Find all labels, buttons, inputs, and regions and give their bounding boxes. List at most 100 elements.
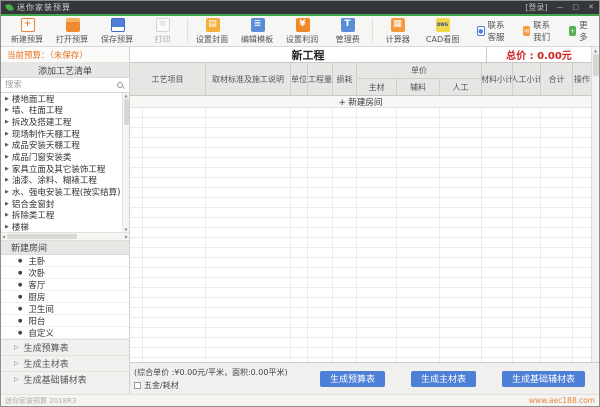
tree-horizontal-scrollbar[interactable]: ◀ ▶: [1, 233, 129, 241]
search-input[interactable]: [5, 80, 117, 90]
tree-item[interactable]: ▶油漆、涂料、糊裱工程: [1, 175, 122, 187]
table-vertical-scrollbar[interactable]: ▲: [591, 47, 599, 362]
scroll-up-icon[interactable]: ▲: [594, 48, 597, 53]
toolbar-button-more[interactable]: +更多: [569, 19, 591, 43]
expand-arrow-icon[interactable]: ▶: [5, 201, 9, 207]
expand-arrow-icon[interactable]: ▶: [5, 96, 9, 102]
table-cell: [397, 208, 440, 217]
toolbar-button-calculator[interactable]: ▦计算器: [375, 18, 420, 45]
expand-arrow-icon[interactable]: ▶: [5, 107, 9, 113]
window-title: 迷你家装预算: [17, 2, 71, 13]
tree-item[interactable]: ▶家具立面及其它装饰工程: [1, 163, 122, 175]
toolbar-button-contact-us[interactable]: ✉联系我们: [523, 19, 557, 43]
table-cell: [357, 168, 397, 177]
toolbar-button-management-fee[interactable]: T管理费: [325, 18, 370, 45]
table-cell: [308, 228, 333, 237]
toolbar-button-new-budget[interactable]: +新建预算: [5, 18, 50, 45]
toolbar-button-set-cover[interactable]: ▤设置封面: [190, 18, 235, 45]
table-cell: [357, 158, 397, 167]
table-cell: [291, 288, 308, 297]
scroll-up-icon[interactable]: ▲: [124, 93, 127, 98]
scroll-right-icon[interactable]: ▶: [125, 234, 128, 239]
tree-item[interactable]: ▶墙、柱面工程: [1, 105, 122, 117]
bullet-icon: ●: [18, 318, 22, 324]
toolbar-button-open-budget[interactable]: 打开预算: [50, 18, 95, 45]
checkbox-icon[interactable]: [134, 382, 141, 389]
tree-item[interactable]: ▶铝合金窗封: [1, 198, 122, 210]
expand-arrow-icon[interactable]: ▶: [5, 154, 9, 160]
tree-item-label: 油漆、涂料、糊裱工程: [12, 175, 97, 187]
table-cell: [143, 108, 206, 117]
toolbar-button-cad-view[interactable]: DWGCAD看图: [420, 18, 465, 45]
tree-item[interactable]: ▶楼地面工程: [1, 93, 122, 105]
maximize-icon[interactable]: ▢: [573, 4, 580, 11]
tree-vertical-scrollbar[interactable]: ▲ ▼: [122, 93, 129, 232]
scroll-thumb[interactable]: [124, 99, 129, 125]
room-item[interactable]: ●客厅: [1, 279, 129, 291]
table-cell: [573, 258, 591, 267]
hardware-checkbox-row[interactable]: 五金/耗材: [134, 380, 288, 391]
expand-arrow-icon[interactable]: ▶: [5, 224, 9, 230]
generate-button[interactable]: 生成预算表: [320, 371, 385, 387]
expand-arrow-icon[interactable]: ▶: [5, 142, 9, 148]
room-item[interactable]: ●阳台: [1, 315, 129, 327]
expand-arrow-icon[interactable]: ▶: [5, 212, 9, 218]
toolbar-button-save-budget[interactable]: 保存预算: [95, 18, 140, 45]
room-item-label: 卫生间: [28, 303, 54, 315]
login-link[interactable]: [登录]: [525, 2, 547, 13]
toolbar-button-set-profit[interactable]: ¥设置利润: [280, 18, 325, 45]
tree-item[interactable]: ▶成品安装天棚工程: [1, 140, 122, 152]
table-cell: [513, 198, 541, 207]
table-row: [130, 158, 591, 168]
sidebar-generate-item[interactable]: ▷生成基础铺材表: [1, 371, 129, 387]
table-cell: [482, 238, 513, 247]
table-cell: [308, 238, 333, 247]
expand-arrow-icon[interactable]: ▶: [5, 189, 9, 195]
table-cell: [291, 278, 308, 287]
generate-button[interactable]: 生成基础辅材表: [502, 371, 585, 387]
close-icon[interactable]: ✕: [588, 4, 594, 11]
expand-arrow-icon[interactable]: ▶: [5, 131, 9, 137]
tree-item[interactable]: ▶拆除类工程: [1, 210, 122, 222]
room-item[interactable]: ●主卧: [1, 255, 129, 267]
tree-item[interactable]: ▶成品门窗安装类: [1, 151, 122, 163]
table-cell: [440, 148, 482, 157]
table-cell: [440, 268, 482, 277]
add-process-list-header[interactable]: 添加工艺清单: [1, 63, 129, 78]
scroll-thumb[interactable]: [7, 234, 77, 239]
toolbar-button-edit-template[interactable]: ≣编辑模板: [235, 18, 280, 45]
sidebar-generate-item[interactable]: ▷生成预算表: [1, 339, 129, 355]
table-cell: [573, 298, 591, 307]
expand-arrow-icon[interactable]: ▶: [5, 177, 9, 183]
website-link[interactable]: www.aec188.com: [529, 396, 595, 405]
table-cell: [206, 118, 291, 127]
toolbar-divider: [187, 19, 188, 43]
table-cell: [291, 118, 308, 127]
table-cell: [308, 268, 333, 277]
room-item[interactable]: ●卫生间: [1, 303, 129, 315]
sidebar-generate-item[interactable]: ▷生成主材表: [1, 355, 129, 371]
new-room-row-button[interactable]: + 新建房间: [130, 96, 591, 108]
scroll-down-icon[interactable]: ▼: [124, 227, 127, 232]
tree-item[interactable]: ▶楼梯: [1, 221, 122, 233]
table-cell: [513, 308, 541, 317]
scroll-left-icon[interactable]: ◀: [2, 234, 5, 239]
room-item[interactable]: ●厨房: [1, 291, 129, 303]
tree-item[interactable]: ▶现场制作天棚工程: [1, 128, 122, 140]
room-item[interactable]: ●自定义: [1, 327, 129, 339]
table-cell: [206, 198, 291, 207]
table-cell: [397, 238, 440, 247]
table-cell: [541, 228, 573, 237]
tree-item[interactable]: ▶拆改及搭建工程: [1, 116, 122, 128]
tree-item[interactable]: ▶水、强电安装工程(按实结算): [1, 186, 122, 198]
expand-arrow-icon[interactable]: ▶: [5, 166, 9, 172]
table-cell: [397, 268, 440, 277]
expand-arrow-icon[interactable]: ▶: [5, 119, 9, 125]
minimize-icon[interactable]: —: [557, 4, 564, 11]
toolbar-button-contact-service[interactable]: ●联系客服: [477, 19, 511, 43]
generate-button[interactable]: 生成主材表: [411, 371, 476, 387]
scroll-thumb[interactable]: [593, 54, 599, 76]
room-item[interactable]: ●次卧: [1, 267, 129, 279]
rooms-section-header[interactable]: 新建房间: [1, 241, 129, 255]
table-cell: [541, 178, 573, 187]
